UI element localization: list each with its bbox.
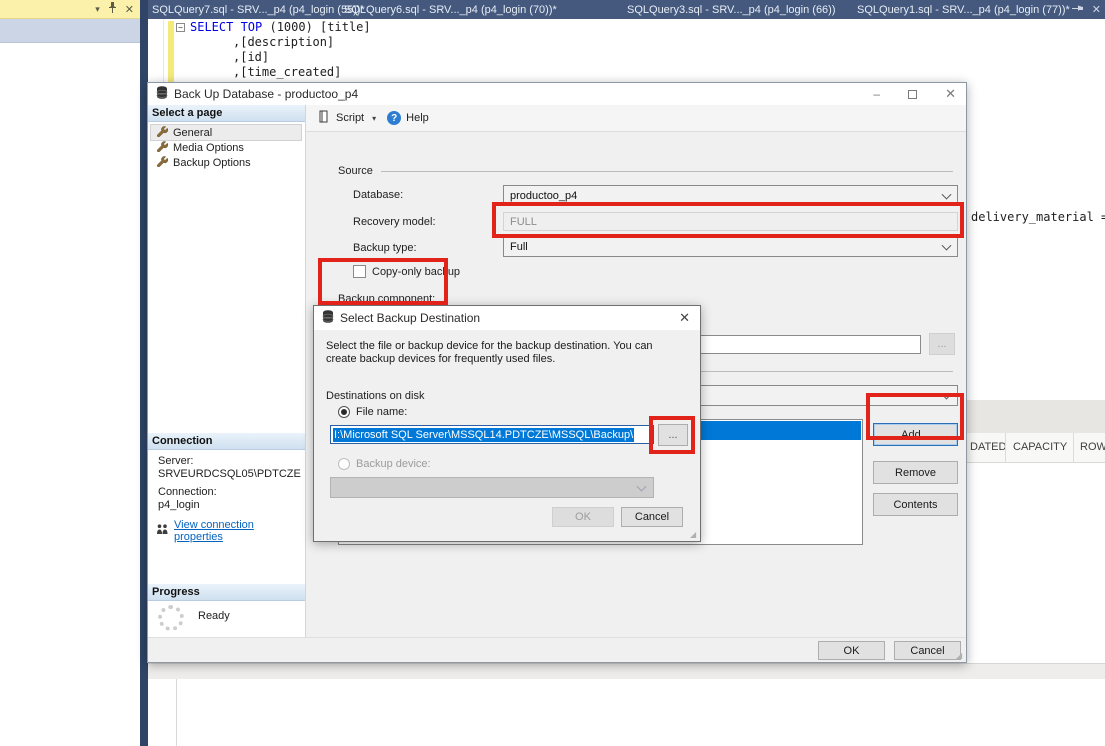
code-line-2: ,[description] xyxy=(233,35,334,49)
code-line-4: ,[time_created] xyxy=(233,65,341,79)
source-group-line xyxy=(381,171,953,172)
cancel-button[interactable]: Cancel xyxy=(621,507,683,527)
grid-column-dated[interactable]: DATED xyxy=(970,441,1006,453)
file-name-radio[interactable] xyxy=(338,406,350,418)
chevron-down-icon xyxy=(942,240,952,250)
close-tab-icon[interactable]: ✕ xyxy=(1092,3,1101,16)
annotation-add-button xyxy=(866,393,964,440)
server-label: Server: xyxy=(158,455,193,467)
wrench-icon xyxy=(157,126,168,140)
maximize-icon[interactable] xyxy=(908,90,917,99)
help-button[interactable]: Help xyxy=(406,112,429,124)
ssms-window: ▾ ✕ SQLQuery7.sql - SRV..._p4 (p4_login … xyxy=(0,0,1105,746)
left-tool-window: ▾ ✕ xyxy=(0,0,140,746)
backup-type-label: Backup type: xyxy=(353,242,417,254)
contents-button[interactable]: Contents xyxy=(873,493,958,516)
chevron-down-icon xyxy=(637,481,647,491)
destination-dialog-titlebar[interactable]: Select Backup Destination ✕ xyxy=(314,306,700,330)
code-line-3: ,[id] xyxy=(233,50,269,64)
close-icon[interactable]: ✕ xyxy=(679,310,690,326)
select-a-page-header: Select a page xyxy=(148,105,305,122)
script-button[interactable]: Script xyxy=(336,112,364,124)
tab-sqlquery7[interactable]: SQLQuery7.sql - SRV..._p4 (p4_login (55)… xyxy=(152,0,365,19)
backup-device-radio xyxy=(338,458,350,470)
remove-button[interactable]: Remove xyxy=(873,461,958,484)
backup-type-combobox[interactable]: Full xyxy=(503,236,958,257)
page-item-media-options[interactable]: Media Options xyxy=(151,140,305,155)
server-value: SRVEURDCSQL05\PDTCZE xyxy=(158,468,301,480)
editor-guide-line xyxy=(176,679,177,746)
wrench-icon xyxy=(157,141,168,155)
code-fragment-right: delivery_material = 1 xyxy=(971,210,1105,224)
cancel-button[interactable]: Cancel xyxy=(894,641,961,660)
select-backup-destination-dialog: Select Backup Destination ✕ Select the f… xyxy=(313,305,701,542)
backup-dialog-title: Back Up Database - productoo_p4 xyxy=(174,87,358,101)
help-icon: ? xyxy=(387,111,401,125)
backup-dialog-titlebar[interactable]: Back Up Database - productoo_p4 – ✕ xyxy=(148,83,966,105)
progress-spinner-icon xyxy=(158,605,184,631)
results-grid-header: DATED CAPACITY ROWID xyxy=(967,433,1105,463)
destinations-on-disk-label: Destinations on disk xyxy=(326,390,424,402)
select-a-page-panel: Select a page General Media Options Back… xyxy=(148,105,306,639)
database-icon xyxy=(156,86,168,102)
pin-icon[interactable] xyxy=(108,2,117,16)
ok-button[interactable]: OK xyxy=(818,641,885,660)
minimize-icon[interactable]: – xyxy=(873,87,880,101)
progress-header: Progress xyxy=(148,584,305,601)
page-item-backup-options[interactable]: Backup Options xyxy=(151,155,305,170)
backup-dialog-toolbar: Script ▾ ? Help xyxy=(306,105,966,132)
recovery-model-label: Recovery model: xyxy=(353,216,436,228)
database-label: Database: xyxy=(353,189,403,201)
grid-column-capacity[interactable]: CAPACITY xyxy=(1013,441,1067,453)
tab-sqlquery3[interactable]: SQLQuery3.sql - SRV..._p4 (p4_login (66)… xyxy=(627,0,836,19)
results-pane-strip xyxy=(967,400,1105,433)
script-dropdown-icon[interactable]: ▾ xyxy=(372,114,376,123)
backup-dialog-footer: OK Cancel ◢ xyxy=(148,637,966,662)
grid-column-separator xyxy=(1073,433,1074,463)
connection-value: p4_login xyxy=(158,499,200,511)
script-icon xyxy=(318,110,331,126)
destination-dialog-body: Select the file or backup device for the… xyxy=(314,330,700,541)
chevron-down-icon[interactable]: ▾ xyxy=(95,4,100,15)
source-group-label: Source xyxy=(338,165,373,177)
resize-grip[interactable]: ◢ xyxy=(690,531,698,539)
tab-sqlquery1[interactable]: SQLQuery1.sql - SRV..._p4 (p4_login (77)… xyxy=(857,0,1070,19)
file-name-radio-label: File name: xyxy=(356,406,407,418)
editor-change-tracking-bar xyxy=(168,21,174,82)
database-icon xyxy=(322,310,334,326)
editor-margin-line xyxy=(163,19,164,82)
resize-grip[interactable]: ◢ xyxy=(956,652,964,660)
pin-tab-icon[interactable] xyxy=(1072,4,1083,16)
ok-button: OK xyxy=(552,507,614,527)
code-collapse-icon[interactable]: − xyxy=(176,23,185,32)
connection-header: Connection xyxy=(148,433,305,450)
tool-window-titlebar: ▾ ✕ xyxy=(0,0,140,19)
file-name-input[interactable]: I:\Microsoft SQL Server\MSSQL14.PDTCZE\M… xyxy=(330,425,654,444)
annotation-backup-type xyxy=(492,202,964,238)
grid-column-rowid[interactable]: ROWID xyxy=(1080,441,1105,453)
results-splitter-band xyxy=(148,663,1105,679)
grid-column-separator xyxy=(1005,433,1006,463)
tool-window-subheader xyxy=(0,19,140,43)
code-line-1: SELECT TOP (1000) [title] xyxy=(190,20,371,34)
wrench-icon xyxy=(157,156,168,170)
annotation-browse-button xyxy=(649,416,695,454)
page-item-general[interactable]: General xyxy=(151,125,301,140)
document-tabbar: SQLQuery7.sql - SRV..._p4 (p4_login (55)… xyxy=(148,0,1105,19)
destination-dialog-description: Select the file or backup device for the… xyxy=(326,340,686,366)
destination-dialog-title: Select Backup Destination xyxy=(340,311,480,325)
backup-device-combobox xyxy=(330,477,654,498)
close-icon[interactable]: ✕ xyxy=(125,3,134,16)
filegroups-browse-button: ... xyxy=(929,333,955,355)
backup-device-radio-label: Backup device: xyxy=(356,458,431,470)
chevron-down-icon xyxy=(942,189,952,199)
close-icon[interactable]: ✕ xyxy=(945,86,956,102)
progress-status: Ready xyxy=(198,610,230,622)
connection-label: Connection: xyxy=(158,486,217,498)
tab-sqlquery6[interactable]: SQLQuery6.sql - SRV..._p4 (p4_login (70)… xyxy=(344,0,557,19)
view-connection-properties-link[interactable]: View connection properties xyxy=(174,519,305,543)
connection-properties-icon xyxy=(156,524,169,538)
annotation-backup-component xyxy=(318,258,448,305)
